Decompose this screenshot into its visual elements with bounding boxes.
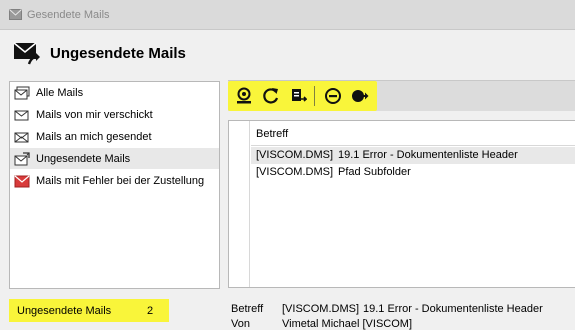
delete-button[interactable] — [323, 86, 343, 106]
column-header-betreff[interactable]: Betreff — [251, 121, 575, 146]
mail-tag: [VISCOM.DMS] — [256, 149, 334, 161]
page-title: Ungesendete Mails — [50, 45, 186, 62]
detail-subject-value: 19.1 Error - Dokumentenliste Header — [363, 303, 543, 315]
column-header-label: Betreff — [256, 128, 289, 140]
sidebar-item-label: Mails von mir verschickt — [36, 108, 153, 121]
sidebar-item-label: Mails an mich gesendet — [36, 130, 152, 143]
sidebar-item-alle-mails[interactable]: Alle Mails — [10, 82, 219, 103]
refresh-button[interactable] — [261, 86, 281, 106]
envelope-sent-icon — [14, 108, 30, 122]
row-gutter — [229, 121, 250, 287]
receive-icon — [237, 87, 251, 104]
export-button[interactable] — [288, 86, 308, 106]
envelope-stack-icon — [14, 86, 30, 100]
sidebar-item-label: Alle Mails — [36, 86, 84, 99]
refresh-icon — [263, 88, 279, 104]
send-icon — [352, 90, 369, 102]
envelope-error-icon — [14, 174, 30, 188]
sidebar-item-mails-von-mir[interactable]: Mails von mir verschickt — [10, 104, 219, 125]
detail-from-value: Vimetal Michael [VISCOM] — [282, 318, 413, 330]
sidebar-item-mails-mit-fehler[interactable]: Mails mit Fehler bei der Zustellung — [10, 170, 219, 191]
send-button[interactable] — [350, 86, 370, 106]
detail-from-label: Von — [231, 318, 250, 330]
sidebar-item-mails-an-mich[interactable]: Mails an mich gesendet — [10, 126, 219, 147]
delete-icon — [325, 88, 341, 104]
sidebar-item-label: Mails mit Fehler bei der Zustellung — [36, 174, 205, 187]
folder-list: Alle Mails Mails von mir verschickt Mail… — [9, 81, 220, 289]
title-bar: Gesendete Mails — [0, 0, 575, 30]
send-mail-icon — [13, 42, 40, 65]
envelope-received-icon — [14, 130, 30, 144]
detail-subject-tag: [VISCOM.DMS] — [282, 303, 360, 315]
envelope-unsent-icon — [14, 151, 30, 166]
export-icon — [292, 89, 307, 102]
mail-subject: Pfad Subfolder — [338, 166, 411, 178]
page-header: Ungesendete Mails — [0, 31, 575, 75]
window-title: Gesendete Mails — [27, 9, 110, 21]
detail-subject-label: Betreff — [231, 303, 264, 315]
mail-list: Betreff [VISCOM.DMS] 19.1 Error - Dokume… — [228, 120, 575, 288]
table-row[interactable]: [VISCOM.DMS] 19.1 Error - Dokumentenlist… — [251, 147, 575, 164]
status-label: Ungesendete Mails — [17, 305, 112, 317]
sidebar-item-ungesendete-mails[interactable]: Ungesendete Mails — [10, 148, 219, 169]
status-count: 2 — [147, 305, 154, 317]
table-row[interactable]: [VISCOM.DMS] Pfad Subfolder — [251, 164, 575, 181]
toolbar-separator — [314, 86, 315, 106]
toolbar — [228, 80, 575, 111]
sidebar-item-label: Ungesendete Mails — [36, 152, 131, 165]
mail-subject: 19.1 Error - Dokumentenliste Header — [338, 149, 518, 161]
receive-button[interactable] — [234, 86, 254, 106]
mail-app-icon — [9, 9, 22, 20]
mail-tag: [VISCOM.DMS] — [256, 166, 334, 178]
